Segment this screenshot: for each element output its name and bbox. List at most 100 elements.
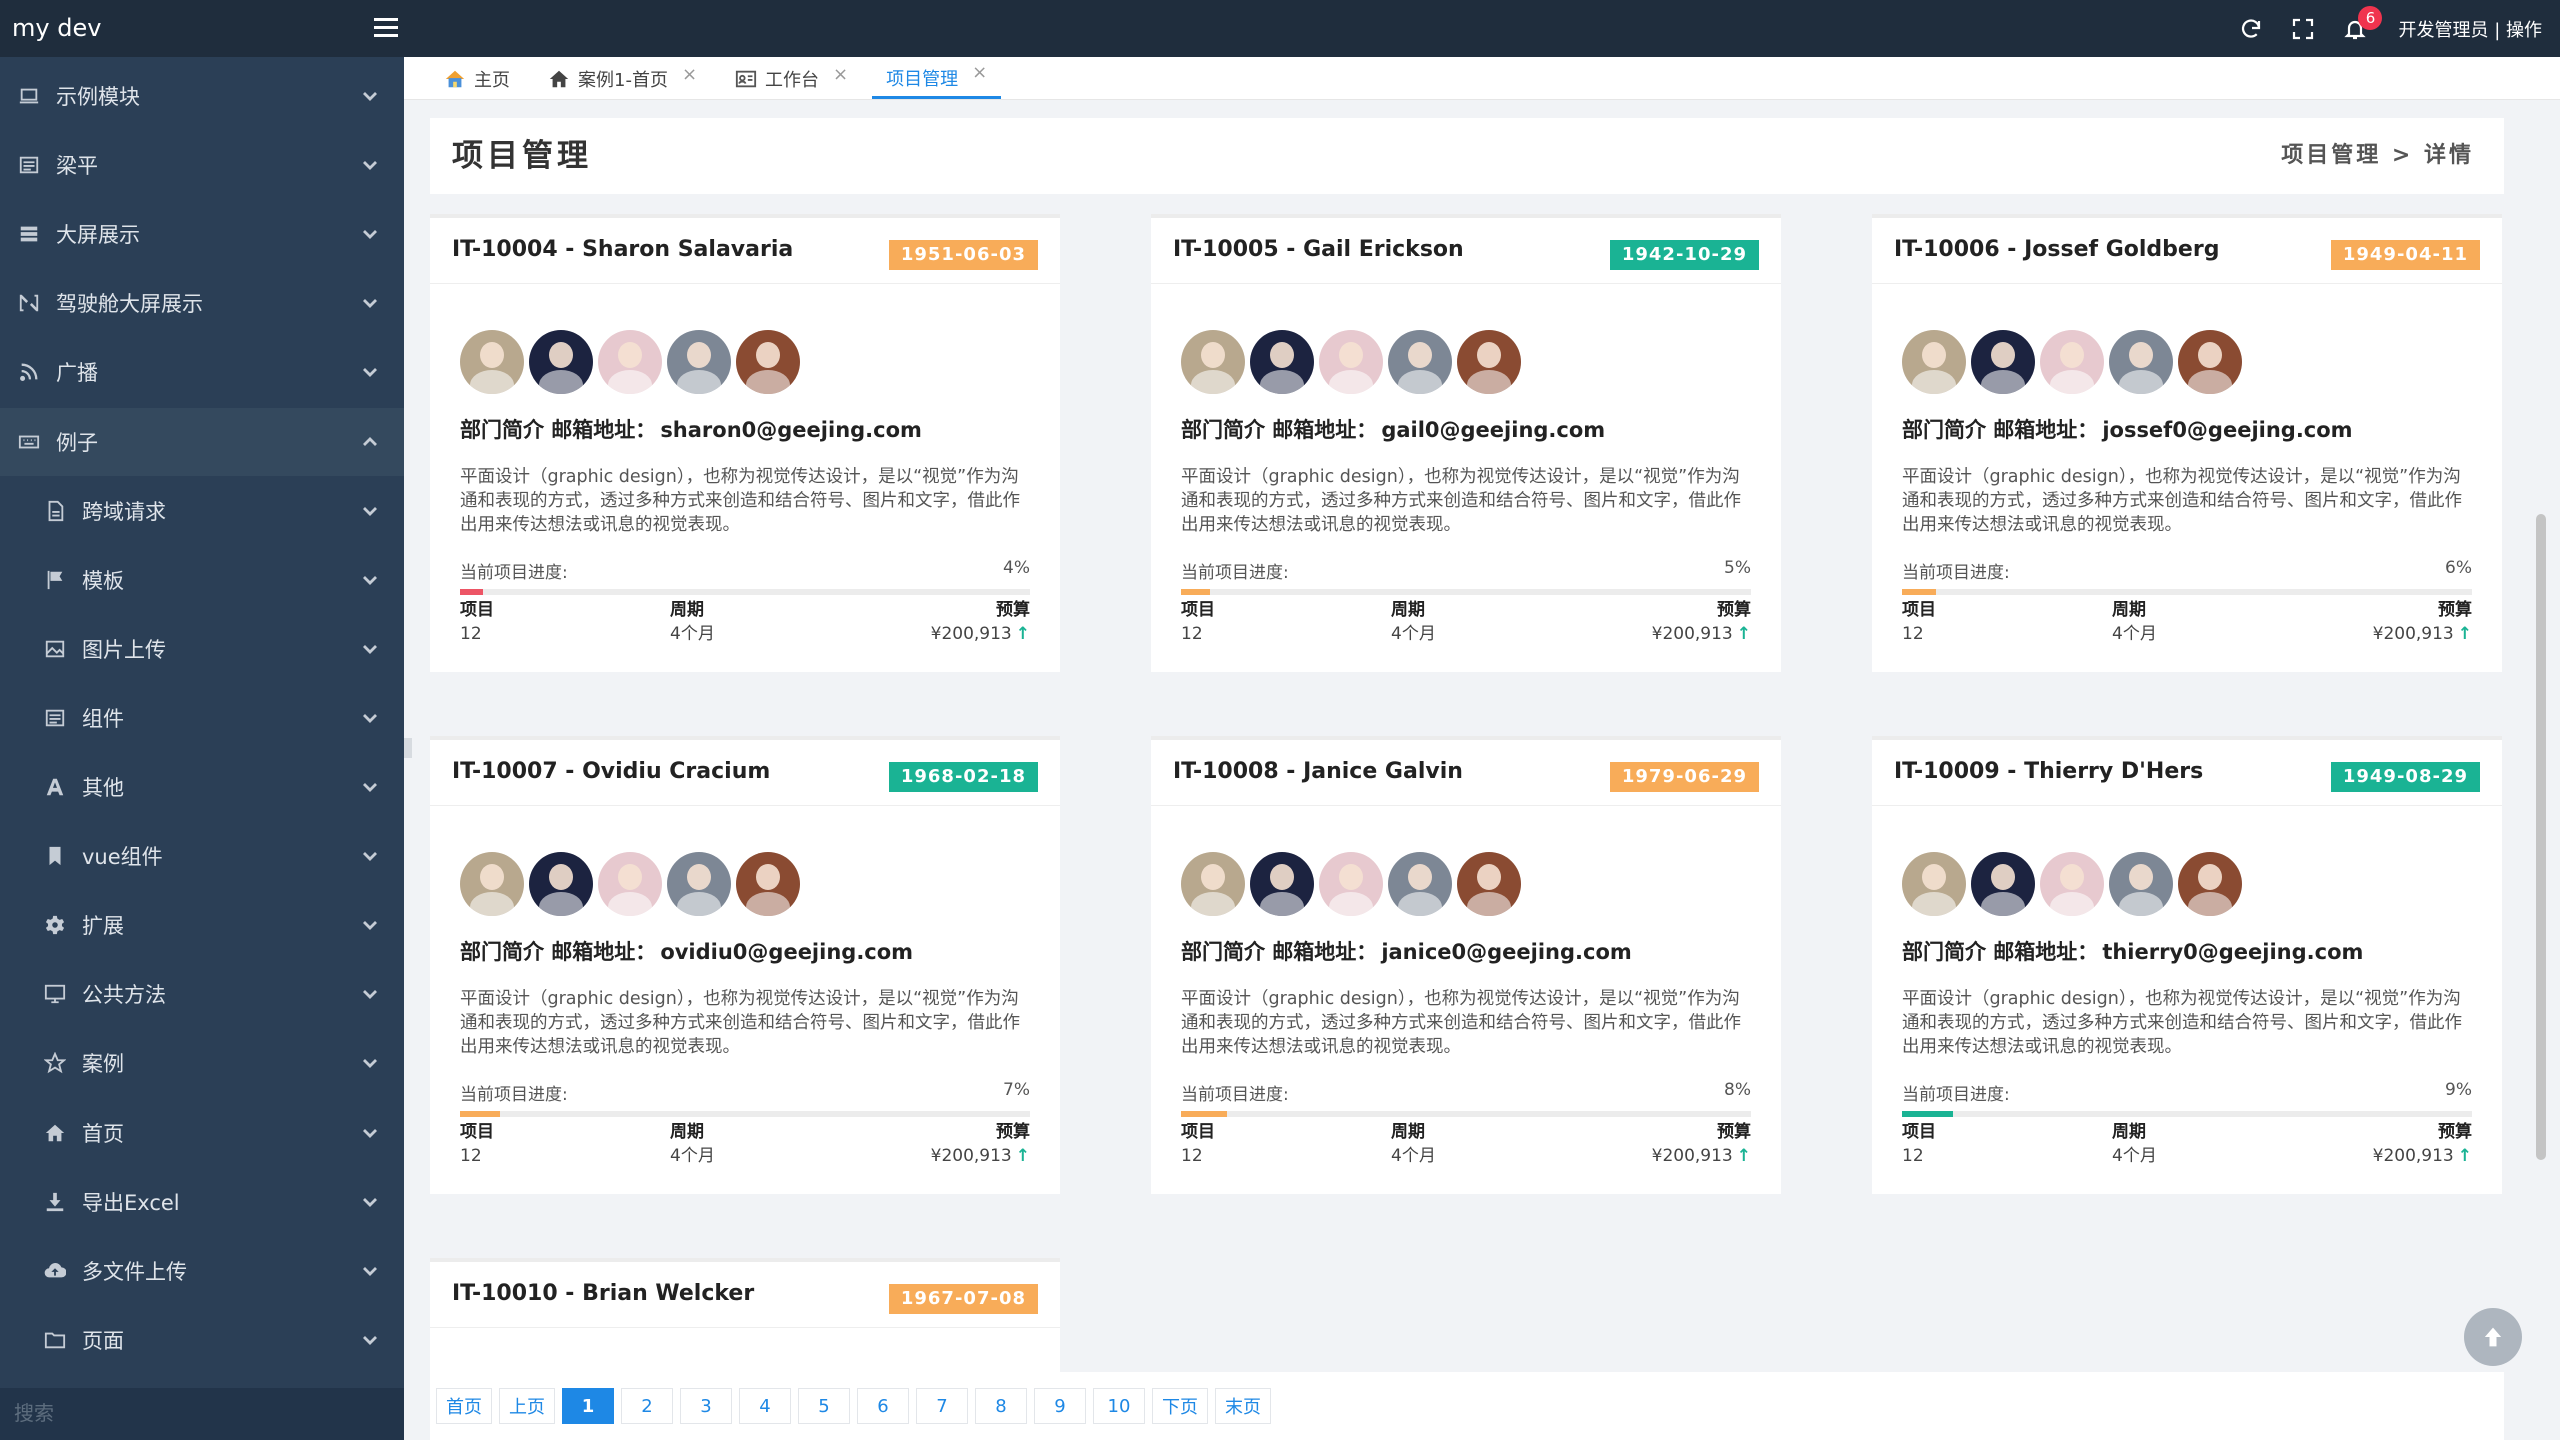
avatar[interactable] — [1181, 852, 1245, 916]
stat-budget: 预算 ¥200,913 ↑ — [1652, 1120, 1751, 1168]
sidebar-item[interactable]: 扩展 — [0, 891, 404, 959]
project-card[interactable]: IT-10008 - Janice Galvin 1979-06-29 部门简介 邮… — [1151, 736, 1781, 1194]
page-number-button[interactable]: 7 — [916, 1388, 968, 1424]
project-stats: 项目 12 周期 4个月 预算 ¥200,913 ↑ — [1902, 1120, 2472, 1170]
avatar[interactable] — [598, 330, 662, 394]
stat-budget: 预算 ¥200,913 ↑ — [2373, 598, 2472, 646]
tab-item[interactable]: 主页 — [430, 59, 524, 99]
project-card[interactable]: IT-10004 - Sharon Salavaria 1951-06-03 部门简… — [430, 214, 1060, 672]
chevron-down-icon — [358, 982, 382, 1006]
sidebar-item[interactable]: 大屏展示 — [0, 200, 404, 268]
sidebar-search-input[interactable] — [0, 1388, 404, 1440]
progress-fill — [1181, 589, 1210, 595]
sidebar-item[interactable]: 页面 — [0, 1306, 404, 1374]
avatar[interactable] — [529, 852, 593, 916]
page-number-button[interactable]: 5 — [798, 1388, 850, 1424]
sidebar-item[interactable]: 多文件上传 — [0, 1237, 404, 1305]
sidebar-item[interactable]: 首页 — [0, 1099, 404, 1167]
page-prev-button[interactable]: 上页 — [499, 1388, 555, 1424]
card-description: 平面设计（graphic design），也称为视觉传达设计，是以“视觉”作为沟… — [1181, 467, 1741, 535]
avatar[interactable] — [1250, 330, 1314, 394]
sidebar-item[interactable]: 图片上传 — [0, 615, 404, 683]
project-stats: 项目 12 周期 4个月 预算 ¥200,913 ↑ — [460, 598, 1030, 648]
avatar[interactable] — [1319, 852, 1383, 916]
avatar[interactable] — [1319, 330, 1383, 394]
sidebar-item[interactable]: 示例模块 — [0, 62, 404, 130]
sidebar-item[interactable]: 组件 — [0, 684, 404, 752]
bookmark-icon — [42, 843, 68, 869]
avatar[interactable] — [1902, 852, 1966, 916]
avatar[interactable] — [1971, 852, 2035, 916]
page-number-button[interactable]: 2 — [621, 1388, 673, 1424]
page-number-button[interactable]: 8 — [975, 1388, 1027, 1424]
refresh-icon[interactable] — [2238, 16, 2264, 42]
tab-item[interactable]: 项目管理 × — [872, 59, 1002, 99]
avatar[interactable] — [736, 852, 800, 916]
avatar[interactable] — [1250, 852, 1314, 916]
card-title: IT-10005 - Gail Erickson — [1173, 237, 1464, 262]
avatar[interactable] — [460, 330, 524, 394]
close-icon[interactable]: × — [972, 62, 987, 83]
back-to-top-button[interactable] — [2464, 1308, 2522, 1366]
sidebar-item[interactable]: 广播 — [0, 338, 404, 406]
sidebar-item-label: 模板 — [82, 568, 124, 593]
sidebar-item[interactable]: 案例 — [0, 1029, 404, 1097]
avatar[interactable] — [2109, 852, 2173, 916]
avatar[interactable] — [1971, 330, 2035, 394]
project-card[interactable]: IT-10005 - Gail Erickson 1942-10-29 部门简介 邮… — [1151, 214, 1781, 672]
avatar[interactable] — [460, 852, 524, 916]
user-menu[interactable]: 开发管理员 | 操作 — [2398, 16, 2542, 42]
sidebar-item[interactable]: 驾驶舱大屏展示 — [0, 269, 404, 337]
avatar[interactable] — [1457, 330, 1521, 394]
scrollbar[interactable] — [2536, 514, 2546, 1160]
sidebar-item[interactable]: 梁平 — [0, 131, 404, 199]
sidebar-item[interactable]: 公共方法 — [0, 960, 404, 1028]
date-badge: 1967-07-08 — [888, 1284, 1038, 1314]
avatar[interactable] — [667, 330, 731, 394]
sidebar-item[interactable]: 其他 — [0, 753, 404, 821]
page-next-button[interactable]: 下页 — [1152, 1388, 1208, 1424]
project-card[interactable]: IT-10007 - Ovidiu Cracium 1968-02-18 部门简介 … — [430, 736, 1060, 1194]
image-icon — [42, 636, 68, 662]
avatar[interactable] — [1388, 852, 1452, 916]
page-number-button[interactable]: 6 — [857, 1388, 909, 1424]
page-number-button[interactable]: 1 — [562, 1388, 614, 1424]
avatar[interactable] — [1457, 852, 1521, 916]
tab-item[interactable]: 工作台 × — [721, 59, 862, 99]
menu-toggle-icon[interactable] — [374, 18, 398, 38]
page-number-button[interactable]: 10 — [1093, 1388, 1145, 1424]
page-number-button[interactable]: 3 — [680, 1388, 732, 1424]
avatar[interactable] — [2109, 330, 2173, 394]
close-icon[interactable]: × — [833, 64, 848, 85]
page-last-button[interactable]: 末页 — [1215, 1388, 1271, 1424]
tab-item[interactable]: 案例1-首页 × — [534, 59, 711, 99]
page-number-button[interactable]: 9 — [1034, 1388, 1086, 1424]
avatar[interactable] — [2178, 852, 2242, 916]
sidebar-item[interactable]: vue组件 — [0, 822, 404, 890]
avatar[interactable] — [667, 852, 731, 916]
avatar[interactable] — [2040, 852, 2104, 916]
sidebar-item[interactable]: 导出Excel — [0, 1168, 404, 1236]
page-first-button[interactable]: 首页 — [436, 1388, 492, 1424]
sidebar-item[interactable]: 跨域请求 — [0, 477, 404, 545]
sidebar-item[interactable]: 例子 — [0, 407, 404, 476]
project-card[interactable]: IT-10006 - Jossef Goldberg 1949-04-11 部门简介… — [1872, 214, 2502, 672]
avatar[interactable] — [1388, 330, 1452, 394]
avatar[interactable] — [1902, 330, 1966, 394]
project-card[interactable]: IT-10009 - Thierry D'Hers 1949-08-29 部门简介 … — [1872, 736, 2502, 1194]
bell-icon[interactable]: 6 — [2342, 5, 2383, 42]
progress-percent: 5% — [1724, 558, 1751, 578]
avatar[interactable] — [2040, 330, 2104, 394]
avatar[interactable] — [529, 330, 593, 394]
sidebar-item[interactable]: 模板 — [0, 546, 404, 614]
avatar[interactable] — [736, 330, 800, 394]
card-description: 平面设计（graphic design），也称为视觉传达设计，是以“视觉”作为沟… — [460, 989, 1020, 1057]
avatar[interactable] — [2178, 330, 2242, 394]
fullscreen-icon[interactable] — [2290, 16, 2316, 42]
page-number-button[interactable]: 4 — [739, 1388, 791, 1424]
close-icon[interactable]: × — [682, 64, 697, 85]
stat-items: 项目 12 — [1181, 598, 1215, 646]
avatar[interactable] — [1181, 330, 1245, 394]
progress-fill — [1181, 1111, 1227, 1117]
avatar[interactable] — [598, 852, 662, 916]
